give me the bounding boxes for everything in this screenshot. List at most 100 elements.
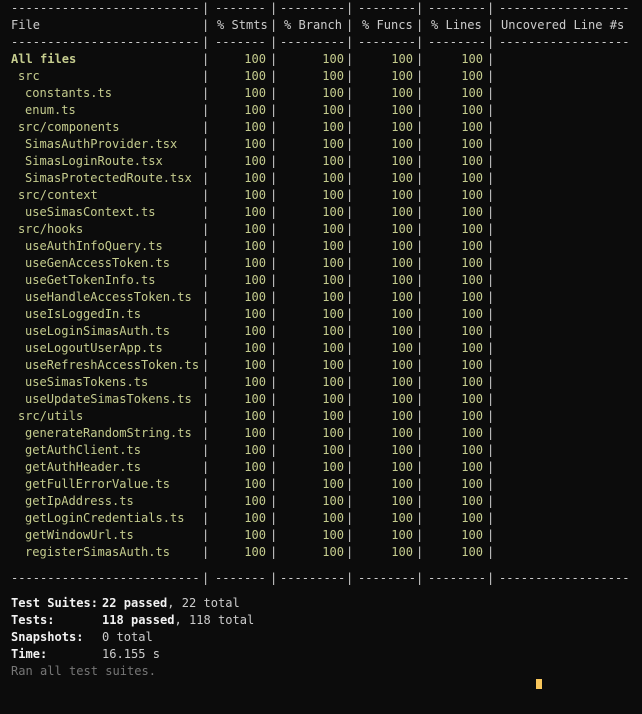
summary-line-time: Time: 16.155 s [4,646,160,663]
stmts-cell: 100 [244,494,266,508]
column-divider: | [270,205,278,219]
file-name-cell: SimasLoginRoute.tsx [25,154,163,168]
column-divider: | [416,392,424,406]
column-divider: | [487,324,495,338]
stmts-cell: 100 [244,137,266,151]
column-divider: | [416,494,424,508]
branch-cell: 100 [322,528,344,542]
column-divider: | [270,171,278,185]
branch-cell: 100 [322,171,344,185]
column-divider: | [202,18,210,32]
column-divider: | [270,222,278,236]
lines-cell: 100 [461,545,483,559]
column-divider: | [202,205,210,219]
lines-cell: 100 [461,460,483,474]
column-divider: | [202,239,210,253]
funcs-cell: 100 [391,477,413,491]
file-name-cell: getAuthClient.ts [25,443,142,457]
file-name-cell: useGetTokenInfo.ts [25,273,156,287]
stmts-cell: 100 [244,358,266,372]
column-divider: | [270,103,278,117]
column-divider: | [416,171,424,185]
funcs-cell: 100 [391,341,413,355]
branch-cell: 100 [322,239,344,253]
column-divider: | [270,375,278,389]
stmts-cell: 100 [244,103,266,117]
stmts-cell: 100 [244,171,266,185]
branch-cell: 100 [322,358,344,372]
lines-cell: 100 [461,69,483,83]
column-divider: | [416,443,424,457]
lines-cell: 100 [461,324,483,338]
separator-dashes: --------- [280,571,346,585]
file-name-cell: generateRandomString.ts [25,426,192,440]
stmts-cell: 100 [244,256,266,270]
terminal-output[interactable]: -------------------------- ------- -------… [4,0,642,689]
stmts-cell: 100 [244,290,266,304]
cursor-icon [536,679,542,689]
stmts-cell: 100 [244,409,266,423]
column-divider: | [416,52,424,66]
column-divider: | [202,528,210,542]
separator-dashes: -------- [358,35,417,49]
separator-dashes: -------------------------- [11,35,200,49]
branch-cell: 100 [322,188,344,202]
column-divider: | [416,571,424,585]
column-divider: | [487,154,495,168]
column-divider: | [270,358,278,372]
separator-dashes: ------- [215,571,266,585]
lines-cell: 100 [461,511,483,525]
lines-cell: 100 [461,358,483,372]
branch-cell: 100 [322,256,344,270]
column-divider: | [202,171,210,185]
funcs-cell: 100 [391,137,413,151]
column-divider: | [346,154,354,168]
column-divider: | [416,120,424,134]
separator-dashes: -------- [358,571,417,585]
lines-cell: 100 [461,528,483,542]
funcs-cell: 100 [391,120,413,134]
file-name-cell: getFullErrorValue.ts [25,477,171,491]
funcs-cell: 100 [391,307,413,321]
lines-cell: 100 [461,137,483,151]
branch-cell: 100 [322,545,344,559]
column-divider: | [202,256,210,270]
column-divider: | [202,443,210,457]
file-name-cell: getLoginCredentials.ts [25,511,185,525]
column-divider: | [416,154,424,168]
column-divider: | [346,545,354,559]
column-divider: | [416,324,424,338]
column-divider: | [346,86,354,100]
column-divider: | [270,154,278,168]
branch-cell: 100 [322,443,344,457]
column-divider: | [346,35,354,49]
separator-dashes: ------- [215,35,266,49]
column-divider: | [487,290,495,304]
tests-label: Tests: [11,613,55,627]
lines-cell: 100 [461,86,483,100]
branch-cell: 100 [322,426,344,440]
column-divider: | [202,69,210,83]
branch-cell: 100 [322,205,344,219]
column-divider: | [346,392,354,406]
stmts-cell: 100 [244,375,266,389]
column-divider: | [487,426,495,440]
column-divider: | [202,477,210,491]
column-divider: | [270,477,278,491]
column-divider: | [346,494,354,508]
file-name-cell: registerSimasAuth.ts [25,545,171,559]
column-divider: | [270,307,278,321]
separator-dashes: -------- [428,571,487,585]
column-divider: | [202,392,210,406]
funcs-cell: 100 [391,171,413,185]
branch-cell: 100 [322,86,344,100]
column-divider: | [346,341,354,355]
column-divider: | [416,188,424,202]
branch-cell: 100 [322,392,344,406]
lines-cell: 100 [461,273,483,287]
column-divider: | [416,358,424,372]
stmts-cell: 100 [244,528,266,542]
column-divider: | [487,494,495,508]
column-divider: | [202,426,210,440]
summary-line-tests: Tests: 118 passed, 118 total [4,612,254,629]
